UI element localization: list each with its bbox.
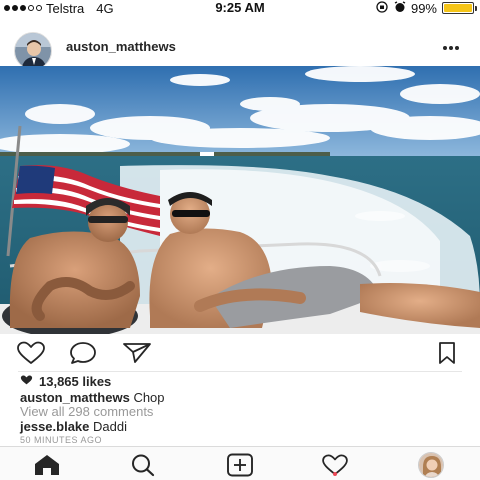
ellipsis-icon[interactable] bbox=[442, 35, 460, 56]
comment-username[interactable]: jesse.blake bbox=[20, 419, 89, 434]
bookmark-icon[interactable] bbox=[430, 340, 464, 366]
comment-bubble-icon[interactable] bbox=[66, 340, 100, 366]
action-bar bbox=[0, 340, 480, 366]
battery-icon bbox=[442, 2, 477, 14]
battery-percent: 99% bbox=[410, 0, 437, 16]
caption-text: Chop bbox=[133, 390, 165, 405]
search-icon[interactable] bbox=[126, 453, 160, 477]
status-bar: Telstra 4G 9:25 AM 99% bbox=[0, 0, 480, 16]
rotation-lock-icon bbox=[375, 0, 389, 16]
comment-item: jesse.blake Daddi bbox=[20, 419, 127, 434]
send-icon[interactable] bbox=[120, 340, 154, 366]
battery-fill bbox=[444, 4, 472, 12]
heart-outline-icon[interactable] bbox=[14, 340, 48, 366]
post-photo[interactable] bbox=[0, 66, 480, 334]
likes-text: 13,865 likes bbox=[39, 374, 112, 389]
caption-username[interactable]: auston_matthews bbox=[20, 390, 130, 405]
home-icon[interactable] bbox=[30, 453, 64, 477]
profile-avatar bbox=[418, 452, 444, 478]
status-right: 99% bbox=[375, 0, 477, 16]
post-caption: auston_matthews Chop bbox=[20, 390, 165, 405]
post-username[interactable]: auston_matthews bbox=[66, 39, 176, 54]
comment-text: Daddi bbox=[93, 419, 127, 434]
tab-bar bbox=[0, 446, 480, 480]
profile-tab[interactable] bbox=[414, 452, 448, 478]
likes-count[interactable]: 13,865 likes bbox=[20, 374, 111, 389]
heart-filled-icon bbox=[20, 374, 33, 389]
alarm-clock-icon bbox=[394, 0, 406, 16]
add-post-icon[interactable] bbox=[223, 453, 257, 477]
post-header: auston_matthews bbox=[0, 26, 480, 70]
post-timestamp: 50 MINUTES AGO bbox=[20, 435, 103, 445]
user-avatar[interactable] bbox=[14, 32, 52, 70]
action-divider bbox=[18, 371, 462, 372]
notification-dot bbox=[333, 472, 337, 476]
view-all-comments-link[interactable]: View all 298 comments bbox=[20, 404, 153, 419]
